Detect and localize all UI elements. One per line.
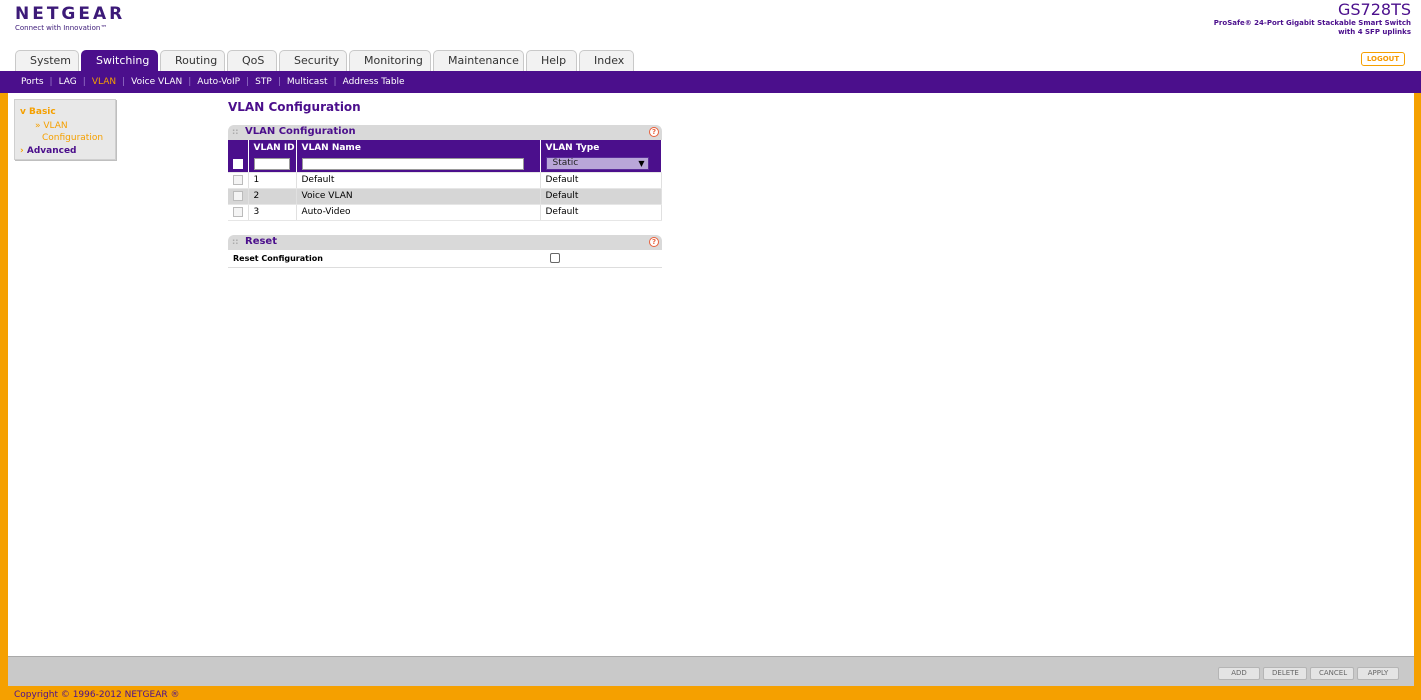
column-header-vlan-type: VLAN Type	[540, 140, 662, 156]
subnav-item-voice-vlan[interactable]: Voice VLAN |	[131, 77, 197, 87]
column-header-vlan-name: VLAN Name	[296, 140, 541, 156]
select-column-header	[228, 140, 249, 156]
subnav-label: Ports	[21, 77, 44, 87]
subnav-item-lag[interactable]: LAG |	[59, 77, 92, 87]
reset-configuration-checkbox[interactable]	[550, 253, 560, 263]
vlan-type-select[interactable]: Static ▼	[545, 157, 649, 171]
section-title: VLAN Configuration	[245, 126, 356, 137]
reset-configuration-row: Reset Configuration	[228, 250, 662, 268]
subnav-label: Voice VLAN	[131, 77, 183, 87]
table-row: 1 Default Default	[228, 172, 662, 189]
chevron-down-icon: ▼	[638, 159, 645, 169]
subnav-label: Multicast	[286, 77, 328, 87]
leftnav-basic-label: Basic	[29, 107, 56, 117]
vlan-configuration-section: :: VLAN Configuration ? VLAN ID VLAN Nam…	[228, 125, 662, 221]
section-title: Reset	[245, 236, 277, 247]
tab-system[interactable]: System	[15, 50, 79, 71]
subnav-item-ports[interactable]: Ports |	[21, 77, 59, 87]
cancel-button[interactable]: CANCEL	[1310, 667, 1354, 680]
subnav-item-multicast[interactable]: Multicast |	[287, 77, 343, 87]
netgear-logo: NETGEAR Connect with Innovation™	[15, 4, 125, 32]
header: NETGEAR Connect with Innovation™ GS728TS…	[0, 0, 1421, 50]
row-checkbox[interactable]	[233, 174, 243, 185]
vlan-name-input[interactable]	[301, 157, 524, 170]
tab-monitoring[interactable]: Monitoring	[349, 50, 431, 71]
content-panel: v Basic » VLAN Configuration › Advanced …	[8, 93, 1414, 656]
subnav-label: STP	[255, 77, 272, 87]
table-row: 2 Voice VLAN Default	[228, 188, 662, 205]
sub-navigation: Ports | LAG | VLAN | Voice VLAN | Auto-VoIP |…	[0, 71, 1421, 93]
brand-name: NETGEAR	[15, 4, 126, 24]
drag-grip-icon: ::	[232, 127, 239, 136]
vlan-name-cell: Voice VLAN	[296, 188, 541, 205]
tab-qos[interactable]: QoS	[227, 50, 277, 71]
vlan-type-cell: Default	[540, 204, 662, 221]
vlan-type-cell: Default	[540, 172, 662, 189]
apply-button[interactable]: APPLY	[1357, 667, 1399, 680]
vlan-table: VLAN ID VLAN Name VLAN Type Static ▼ 1 De…	[228, 140, 662, 221]
main-tabs: System Switching Routing QoS Security Mo…	[15, 50, 636, 71]
page-title: VLAN Configuration	[228, 100, 361, 114]
leftnav-basic[interactable]: v Basic	[20, 107, 56, 117]
delete-button[interactable]: DELETE	[1263, 667, 1307, 680]
add-button[interactable]: ADD	[1218, 667, 1260, 680]
vlan-type-select-value: Static	[552, 158, 579, 169]
reset-configuration-label: Reset Configuration	[233, 254, 323, 263]
vlan-id-cell: 2	[248, 188, 297, 205]
subnav-label: VLAN	[91, 77, 117, 87]
tab-switching[interactable]: Switching	[81, 50, 158, 71]
model-name: GS728TS	[1337, 0, 1411, 19]
model-info: GS728TS ProSafe® 24-Port Gigabit Stackab…	[1214, 0, 1411, 37]
leftnav-advanced-label: Advanced	[26, 146, 77, 156]
subnav-item-address-table[interactable]: Address Table	[343, 77, 405, 87]
vlan-name-cell: Auto-Video	[296, 204, 541, 221]
section-header: :: Reset ?	[228, 235, 662, 250]
vlan-id-cell: 1	[248, 172, 297, 189]
subnav-label: LAG	[58, 77, 77, 87]
new-vlan-input-row: Static ▼	[228, 156, 662, 173]
column-header-vlan-id: VLAN ID	[248, 140, 297, 156]
vlan-type-cell: Default	[540, 188, 662, 205]
expand-arrow-icon: v	[20, 107, 26, 117]
reset-section: :: Reset ? Reset Configuration	[228, 235, 662, 268]
content-frame: v Basic » VLAN Configuration › Advanced …	[0, 93, 1421, 700]
tab-security[interactable]: Security	[279, 50, 347, 71]
drag-grip-icon: ::	[232, 237, 239, 246]
model-description-2: with 4 SFP uplinks	[1338, 28, 1411, 36]
tab-help[interactable]: Help	[526, 50, 577, 71]
subnav-item-auto-voip[interactable]: Auto-VoIP |	[197, 77, 255, 87]
subnav-label: Auto-VoIP	[197, 77, 241, 87]
vlan-id-input[interactable]	[253, 157, 290, 170]
vlan-id-cell: 3	[248, 204, 297, 221]
table-header-row: VLAN ID VLAN Name VLAN Type	[228, 140, 662, 156]
copyright: Copyright © 1996-2012 NETGEAR ®	[14, 690, 180, 700]
table-row: 3 Auto-Video Default	[228, 204, 662, 221]
vlan-name-cell: Default	[296, 172, 541, 189]
leftnav-sub-label-2: Configuration	[42, 133, 104, 143]
leftnav-advanced[interactable]: › Advanced	[20, 146, 77, 156]
brand-tagline: Connect with Innovation™	[15, 24, 108, 32]
action-bar: ADD DELETE CANCEL APPLY	[8, 656, 1414, 686]
logout-button[interactable]: LOGOUT	[1361, 52, 1405, 66]
row-checkbox[interactable]	[233, 190, 243, 201]
select-all-checkbox[interactable]	[233, 158, 243, 169]
row-checkbox[interactable]	[233, 206, 243, 217]
left-navigation: v Basic » VLAN Configuration › Advanced	[14, 99, 116, 160]
leftnav-sub-label: » VLAN	[35, 121, 68, 131]
tab-routing[interactable]: Routing	[160, 50, 225, 71]
model-description: ProSafe® 24-Port Gigabit Stackable Smart…	[1213, 19, 1411, 27]
tab-maintenance[interactable]: Maintenance	[433, 50, 524, 71]
help-icon[interactable]: ?	[649, 127, 659, 137]
subnav-item-stp[interactable]: STP |	[255, 77, 287, 87]
leftnav-vlan-configuration[interactable]: » VLAN Configuration	[35, 120, 115, 144]
subnav-label: Address Table	[342, 77, 405, 87]
tab-index[interactable]: Index	[579, 50, 634, 71]
subnav-item-vlan[interactable]: VLAN |	[92, 77, 131, 87]
collapse-arrow-icon: ›	[20, 146, 24, 156]
section-header: :: VLAN Configuration ?	[228, 125, 662, 140]
help-icon[interactable]: ?	[649, 237, 659, 247]
